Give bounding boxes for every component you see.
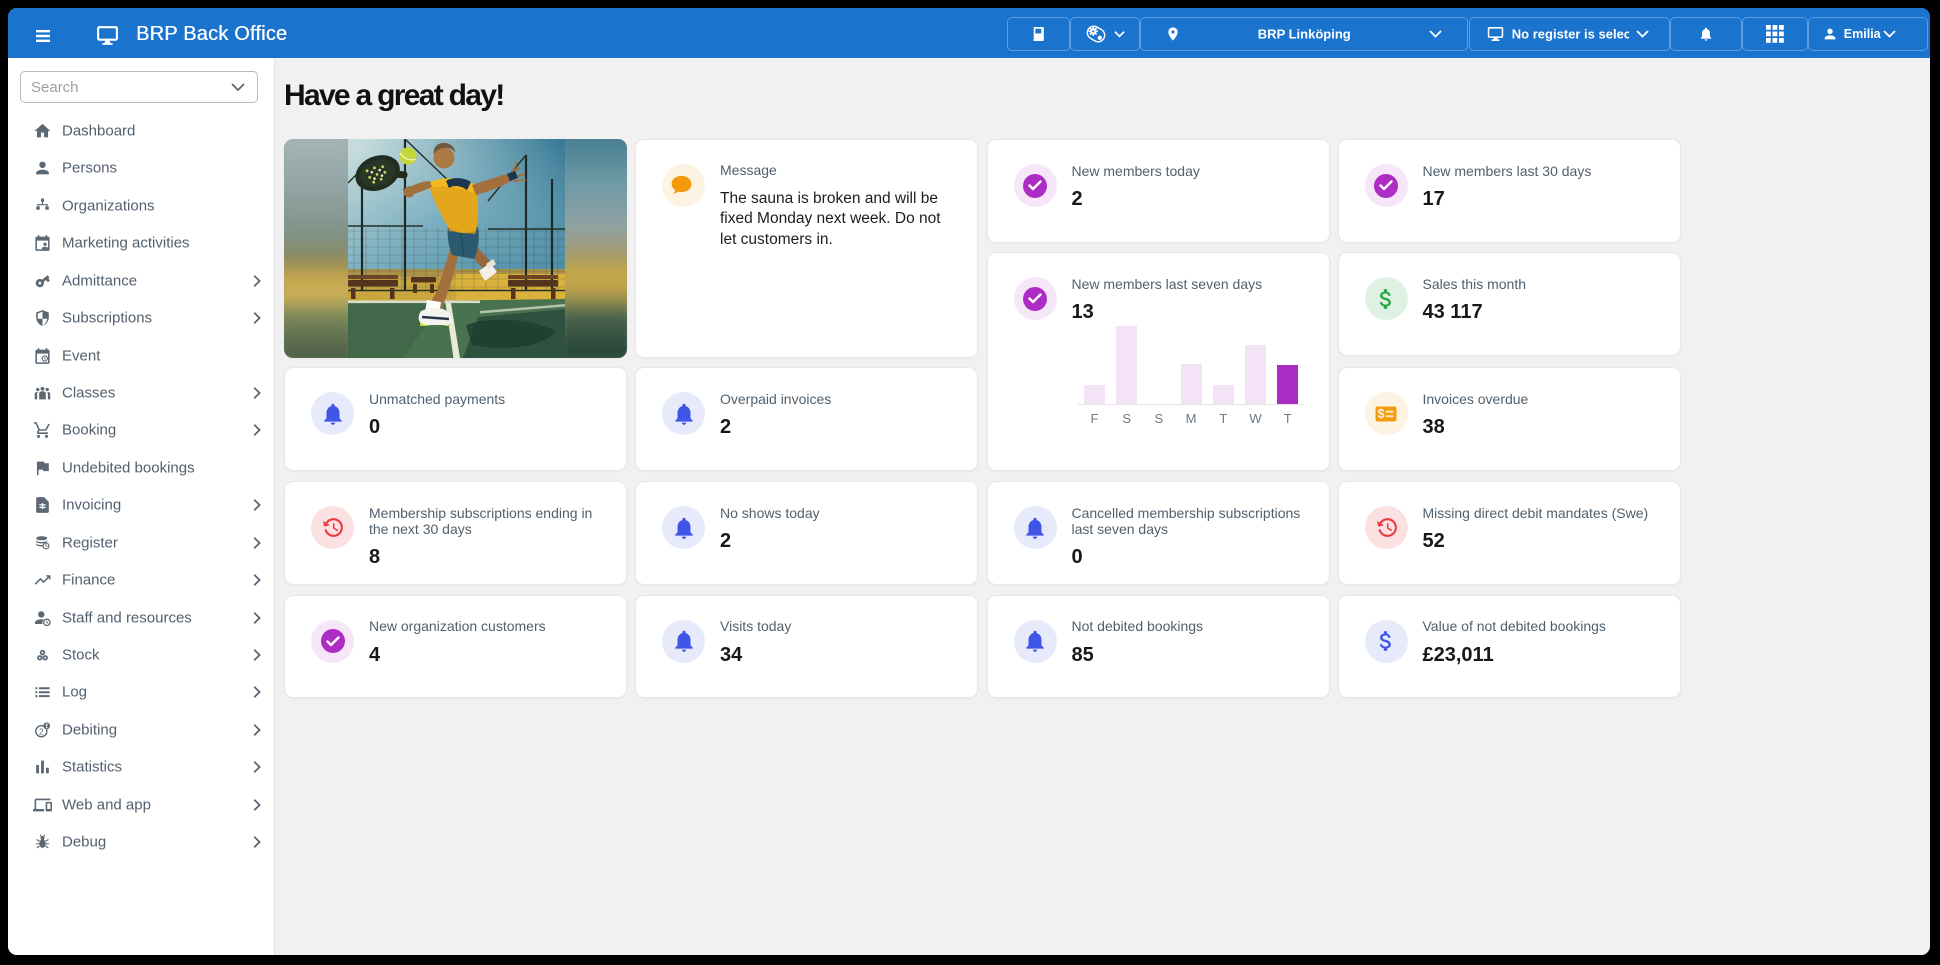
svg-text:$: $ bbox=[1378, 407, 1385, 421]
svg-text:2: 2 bbox=[39, 726, 44, 736]
